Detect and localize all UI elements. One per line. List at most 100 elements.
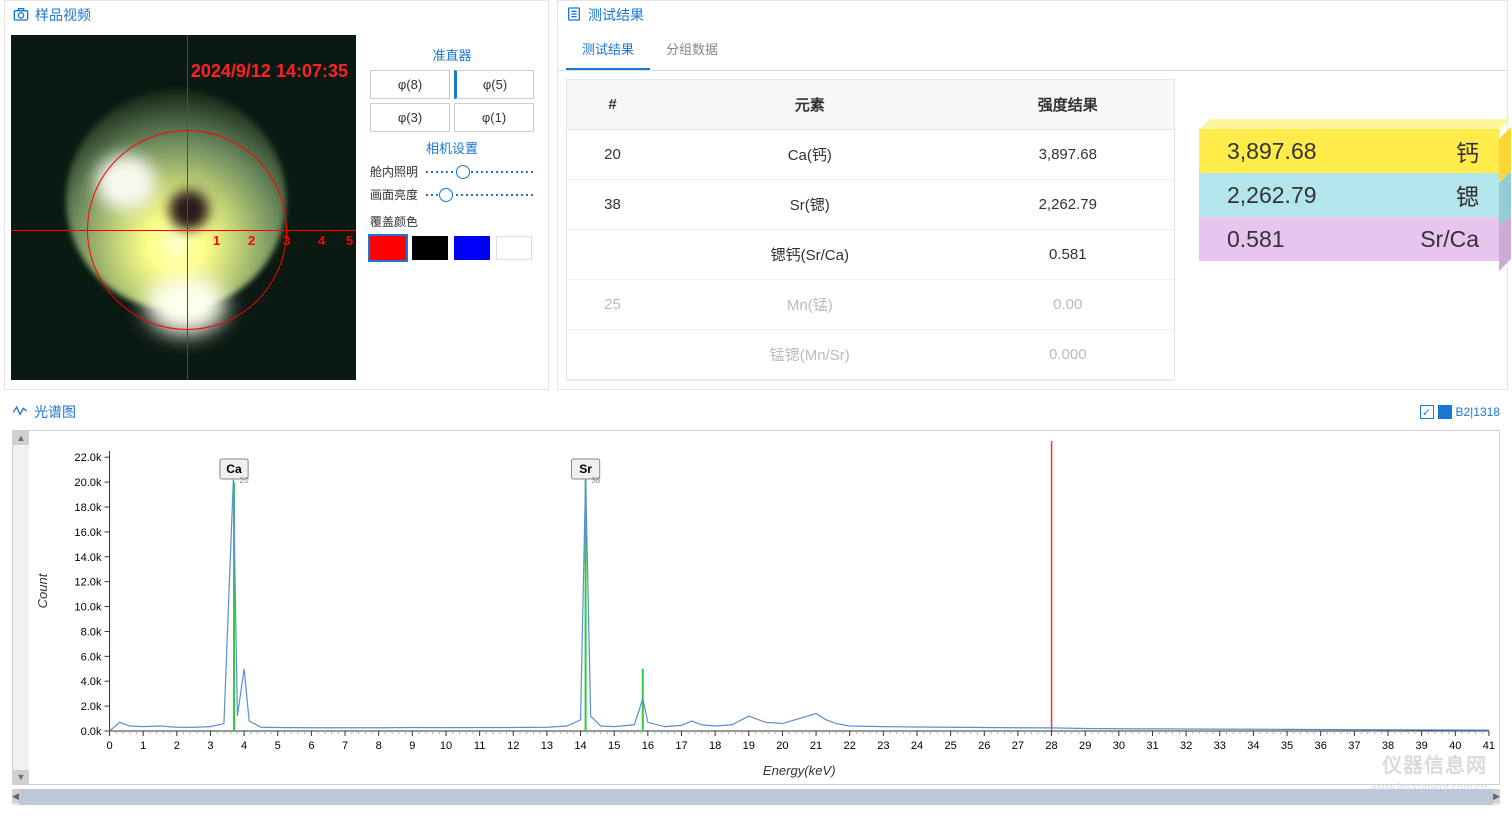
scroll-left-icon[interactable]: ◀ <box>12 789 19 803</box>
camera-icon <box>13 6 29 25</box>
video-controls: 准直器 φ(8) φ(5) φ(3) φ(1) 相机设置 舱内照明 画面亮度 覆… <box>362 35 542 380</box>
spectrum-legend: ✓ B2|1318 <box>1420 405 1501 419</box>
spectrum-title-wrap: 光谱图 <box>12 402 76 422</box>
svg-text:40: 40 <box>1449 740 1461 752</box>
summary-ca: 3,897.68 钙 <box>1199 129 1499 173</box>
svg-text:20.0k: 20.0k <box>74 477 102 489</box>
phi-button-3[interactable]: φ(3) <box>370 103 450 132</box>
summary-ratio-label: Sr/Ca <box>1420 226 1479 253</box>
svg-text:Count: Count <box>35 572 50 608</box>
svg-text:0.0k: 0.0k <box>81 726 102 738</box>
results-panel: 测试结果 测试结果 分组数据 # 元素 强度结果 20Ca(钙)3,897.68… <box>557 0 1508 390</box>
svg-text:18: 18 <box>709 740 721 752</box>
summary-ratio: 0.581 Sr/Ca <box>1199 217 1499 261</box>
svg-text:14: 14 <box>574 740 586 752</box>
svg-text:20: 20 <box>776 740 788 752</box>
svg-text:2: 2 <box>174 740 180 752</box>
phi-button-8[interactable]: φ(8) <box>370 70 450 99</box>
chart-plot[interactable]: 0.0k2.0k4.0k6.0k8.0k10.0k12.0k14.0k16.0k… <box>29 431 1499 784</box>
legend-swatch <box>1438 405 1452 419</box>
ruler-tick: 1 <box>213 233 220 248</box>
svg-text:11: 11 <box>474 740 485 752</box>
summary-sr-value: 2,262.79 <box>1227 182 1317 209</box>
svg-text:12: 12 <box>507 740 519 752</box>
svg-text:13: 13 <box>541 740 553 752</box>
video-preview[interactable]: 1 2 3 4 5 2024/9/12 14:07:35 <box>11 35 356 380</box>
svg-text:29: 29 <box>1079 740 1091 752</box>
phi-button-5[interactable]: φ(5) <box>454 70 534 99</box>
svg-text:38: 38 <box>1382 740 1394 752</box>
summary-ratio-value: 0.581 <box>1227 226 1285 253</box>
svg-text:25: 25 <box>944 740 956 752</box>
svg-text:24: 24 <box>911 740 923 752</box>
svg-text:Ca: Ca <box>226 462 242 476</box>
summary-stack: 3,897.68 钙 2,262.79 锶 0.581 Sr/Ca <box>1199 79 1499 381</box>
svg-text:33: 33 <box>1214 740 1226 752</box>
illumination-slider[interactable] <box>426 171 534 173</box>
summary-sr-label: 锶 <box>1456 178 1479 212</box>
summary-sr: 2,262.79 锶 <box>1199 173 1499 217</box>
scroll-up-icon[interactable]: ▲ <box>13 431 29 445</box>
svg-text:27: 27 <box>1012 740 1024 752</box>
color-red[interactable] <box>370 236 406 260</box>
table-row[interactable]: 锰锶(Mn/Sr)0.000 <box>567 330 1174 380</box>
color-picker <box>370 236 534 260</box>
svg-text:34: 34 <box>1247 740 1259 752</box>
svg-text:8.0k: 8.0k <box>81 626 102 638</box>
svg-text:Energy(keV): Energy(keV) <box>763 763 836 778</box>
overlay-color-label: 覆盖颜色 <box>370 213 418 230</box>
table-row[interactable]: 锶钙(Sr/Ca)0.581 <box>567 230 1174 280</box>
svg-text:3: 3 <box>207 740 213 752</box>
svg-text:39: 39 <box>1415 740 1427 752</box>
svg-text:8: 8 <box>376 740 382 752</box>
color-white[interactable] <box>496 236 532 260</box>
svg-text:12.0k: 12.0k <box>74 577 102 589</box>
brightness-label: 画面亮度 <box>370 186 418 203</box>
svg-text:22.0k: 22.0k <box>74 452 102 464</box>
ruler-tick: 2 <box>248 233 255 248</box>
svg-text:5: 5 <box>275 740 281 752</box>
svg-text:35: 35 <box>1281 740 1293 752</box>
legend-checkbox[interactable]: ✓ <box>1420 405 1434 419</box>
svg-text:7: 7 <box>342 740 348 752</box>
legend-label: B2|1318 <box>1456 405 1501 419</box>
table-row[interactable]: 38Sr(锶)2,262.79 <box>567 180 1174 230</box>
svg-text:38: 38 <box>591 476 600 485</box>
collimator-title: 准直器 <box>370 45 534 64</box>
svg-text:Sr: Sr <box>579 462 592 476</box>
svg-text:16: 16 <box>642 740 654 752</box>
scrollbar-vertical[interactable]: ▲ ▼ <box>13 431 29 784</box>
ruler-tick: 4 <box>318 233 325 248</box>
scroll-down-icon[interactable]: ▼ <box>13 770 29 784</box>
svg-text:28: 28 <box>1045 740 1057 752</box>
brightness-slider[interactable] <box>426 194 534 196</box>
svg-text:36: 36 <box>1315 740 1327 752</box>
svg-text:10.0k: 10.0k <box>74 602 102 614</box>
svg-text:21: 21 <box>810 740 822 752</box>
tab-test-results[interactable]: 测试结果 <box>566 29 650 70</box>
svg-text:4.0k: 4.0k <box>81 676 102 688</box>
sample-video-title: 样品视频 <box>35 5 91 25</box>
tab-group-data[interactable]: 分组数据 <box>650 29 734 70</box>
svg-text:15: 15 <box>608 740 620 752</box>
table-row[interactable]: 20Ca(钙)3,897.68 <box>567 130 1174 180</box>
scrollbar-horizontal[interactable]: ◀ ▶ <box>12 789 1500 805</box>
svg-text:22: 22 <box>844 740 856 752</box>
svg-text:6: 6 <box>308 740 314 752</box>
results-tabs: 测试结果 分组数据 <box>558 29 1507 71</box>
color-black[interactable] <box>412 236 448 260</box>
svg-text:17: 17 <box>675 740 687 752</box>
svg-text:14.0k: 14.0k <box>74 552 102 564</box>
video-timestamp: 2024/9/12 14:07:35 <box>191 61 348 82</box>
table-row[interactable]: 25Mn(锰)0.00 <box>567 280 1174 330</box>
svg-text:16.0k: 16.0k <box>74 527 102 539</box>
scroll-right-icon[interactable]: ▶ <box>1493 789 1500 803</box>
svg-text:6.0k: 6.0k <box>81 651 102 663</box>
crosshair-circle <box>87 130 287 330</box>
illumination-label: 舱内照明 <box>370 163 418 180</box>
svg-text:30: 30 <box>1113 740 1125 752</box>
ruler-tick: 3 <box>283 233 290 248</box>
phi-button-1[interactable]: φ(1) <box>454 103 534 132</box>
svg-text:18.0k: 18.0k <box>74 502 102 514</box>
color-blue[interactable] <box>454 236 490 260</box>
